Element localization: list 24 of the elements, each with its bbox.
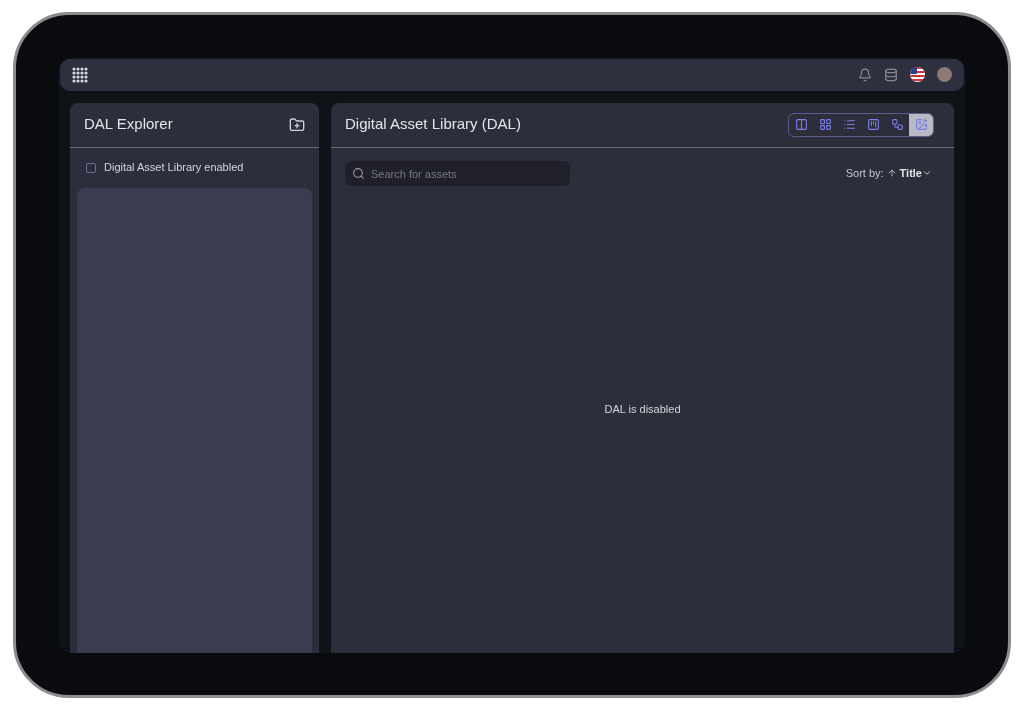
checkbox[interactable] xyxy=(86,162,96,173)
logo-icon xyxy=(72,66,88,83)
panel-title: Digital Asset Library (DAL) xyxy=(345,114,521,135)
nodes-icon xyxy=(890,118,904,131)
image-icon xyxy=(914,118,928,131)
empty-message: DAL is disabled xyxy=(604,401,681,417)
bell-icon[interactable] xyxy=(858,67,872,82)
caret-icon xyxy=(922,168,932,178)
checkbox-label: Digital Asset Library enabled xyxy=(104,160,244,176)
panel-title: DAL Explorer xyxy=(84,114,173,135)
flag-icon[interactable] xyxy=(910,67,925,82)
avatar[interactable] xyxy=(937,67,952,82)
search-icon xyxy=(352,166,365,180)
sort-dropdown[interactable]: Title xyxy=(899,164,932,182)
board-icon xyxy=(866,118,880,131)
new-folder-icon[interactable] xyxy=(289,116,305,133)
columns-icon xyxy=(794,118,808,131)
view-button[interactable] xyxy=(909,113,933,136)
ascending-arrow-icon[interactable] xyxy=(886,168,897,178)
grid-icon xyxy=(818,118,832,131)
search-field[interactable]: Search for assets xyxy=(345,161,570,186)
list-icon xyxy=(842,118,856,131)
database-icon[interactable] xyxy=(884,67,898,82)
sort-label: Sort by: xyxy=(845,165,884,181)
